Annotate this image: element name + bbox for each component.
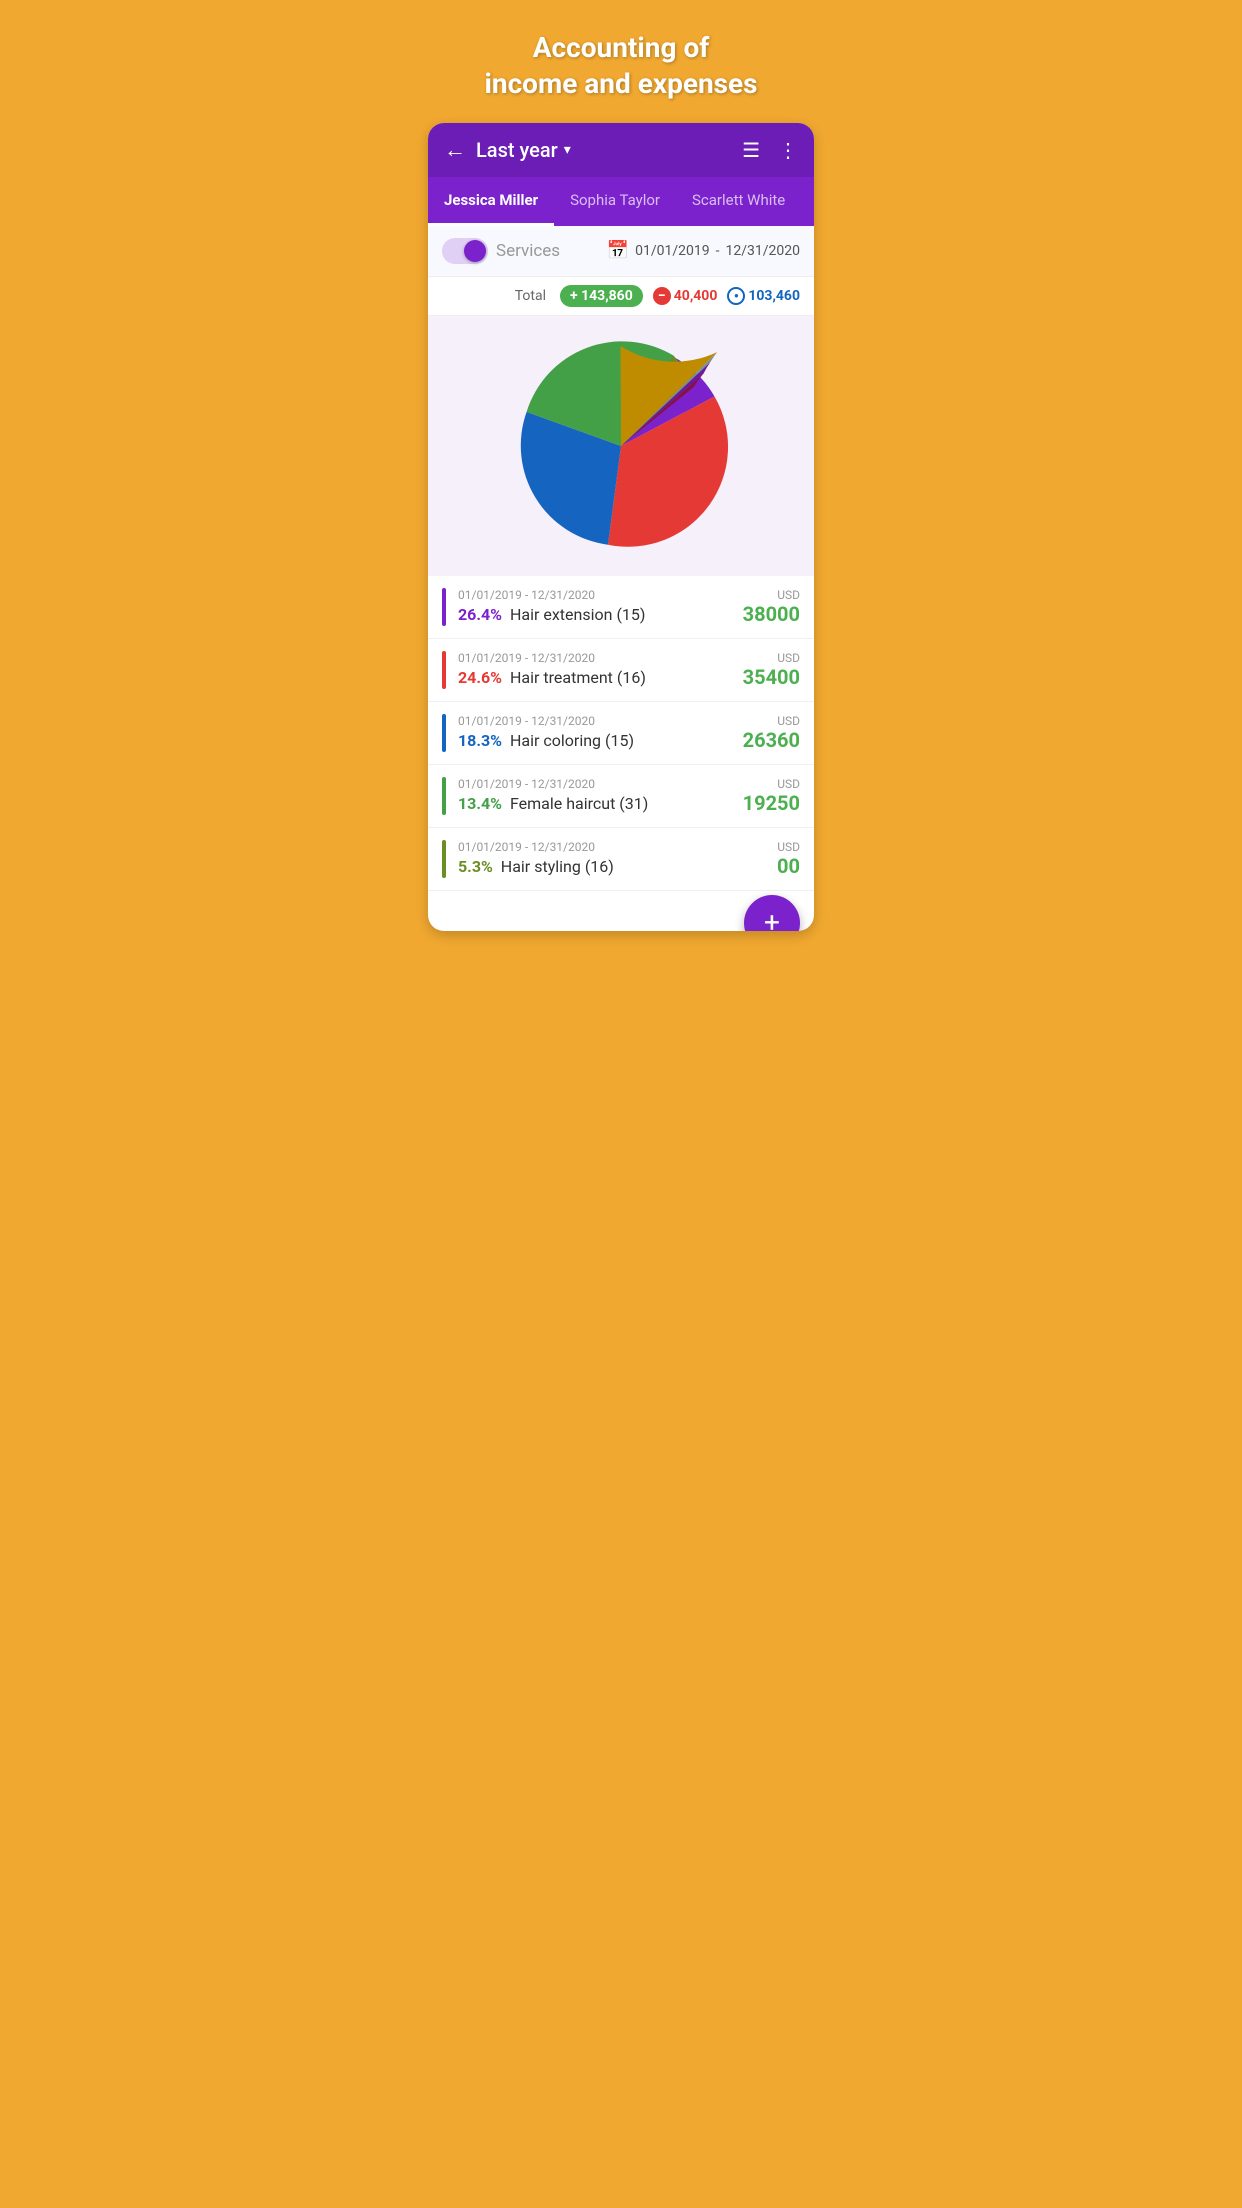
tab-scarlett-white[interactable]: Scarlett White [676,177,801,226]
service-info: 01/01/2019 - 12/31/2020 18.3% Hair color… [458,714,731,752]
service-currency: USD [743,651,800,665]
service-value: 19250 [743,791,800,815]
back-button[interactable]: ← [444,137,466,163]
service-info: 01/01/2019 - 12/31/2020 24.6% Hair treat… [458,651,731,689]
service-name: 26.4% Hair extension (15) [458,605,731,624]
list-item[interactable]: 01/01/2019 - 12/31/2020 26.4% Hair exten… [428,576,814,639]
service-info: 01/01/2019 - 12/31/2020 5.3% Hair stylin… [458,840,765,878]
tab-jessica-miller[interactable]: Jessica Miller [428,177,554,226]
list-item[interactable]: 01/01/2019 - 12/31/2020 5.3% Hair stylin… [428,828,814,891]
total-income: + 143,860 [560,285,643,307]
service-pct: 18.3% [458,731,502,750]
period-selector[interactable]: Last year ▾ [476,138,571,162]
service-name: 24.6% Hair treatment (16) [458,668,731,687]
toolbar: ← Last year ▾ ☰ ⋮ [428,123,814,177]
toolbar-left: ← Last year ▾ [444,137,571,163]
color-bar [442,651,446,689]
tab-label: Scarlett White [692,191,785,209]
date-start: 01/01/2019 [635,243,710,259]
more-options-icon[interactable]: ⋮ [778,138,798,162]
main-card: ← Last year ▾ ☰ ⋮ Jessica Miller Sophia … [428,123,814,931]
service-amount: USD 35400 [743,651,800,689]
total-expense: − 40,400 [653,287,718,305]
toggle-knob [464,240,486,262]
color-bar [442,714,446,752]
totals-bar: Total + 143,860 − 40,400 ● 103,460 [428,277,814,316]
service-date: 01/01/2019 - 12/31/2020 [458,840,765,854]
service-amount: USD 26360 [743,714,800,752]
tabs-bar: Jessica Miller Sophia Taylor Scarlett Wh… [428,177,814,226]
calendar-icon: 📅 [607,240,629,261]
tab-angel[interactable]: Angel... [801,177,814,226]
list-item[interactable]: 01/01/2019 - 12/31/2020 24.6% Hair treat… [428,639,814,702]
service-currency: USD [777,840,800,854]
service-name: 13.4% Female haircut (31) [458,794,731,813]
service-value: 00 [777,854,800,878]
service-value: 26360 [743,728,800,752]
toolbar-right: ☰ ⋮ [742,138,798,162]
pie-chart [511,336,731,556]
menu-icon[interactable]: ☰ [742,138,760,162]
service-amount: USD 19250 [743,777,800,815]
service-date: 01/01/2019 - 12/31/2020 [458,651,731,665]
date-range[interactable]: 📅 01/01/2019 - 12/31/2020 [607,240,800,261]
service-info: 01/01/2019 - 12/31/2020 13.4% Female hai… [458,777,731,815]
toggle-container: Services [442,238,560,264]
service-pct: 13.4% [458,794,502,813]
circle-icon: ● [727,287,745,305]
fab-area: + [428,891,814,931]
service-pct: 26.4% [458,605,502,624]
period-label: Last year [476,138,558,162]
minus-icon: − [653,287,671,305]
service-date: 01/01/2019 - 12/31/2020 [458,777,731,791]
chart-container [428,316,814,576]
service-pct: 24.6% [458,668,502,687]
list-item[interactable]: 01/01/2019 - 12/31/2020 13.4% Female hai… [428,765,814,828]
service-pct: 5.3% [458,857,493,876]
service-currency: USD [743,777,800,791]
color-bar [442,588,446,626]
plus-icon: + [570,288,578,304]
list-item[interactable]: 01/01/2019 - 12/31/2020 18.3% Hair color… [428,702,814,765]
date-end: 12/31/2020 [726,243,801,259]
service-info: 01/01/2019 - 12/31/2020 26.4% Hair exten… [458,588,731,626]
tab-label: Sophia Taylor [570,191,660,209]
service-date: 01/01/2019 - 12/31/2020 [458,588,731,602]
page-title: Accounting of income and expenses [414,0,828,123]
service-date: 01/01/2019 - 12/31/2020 [458,714,731,728]
service-amount: USD 38000 [743,588,800,626]
service-currency: USD [743,588,800,602]
services-toggle[interactable] [442,238,488,264]
date-separator: - [716,243,720,259]
color-bar [442,777,446,815]
filter-bar: Services 📅 01/01/2019 - 12/31/2020 [428,226,814,277]
total-balance: ● 103,460 [727,287,800,305]
service-name: 18.3% Hair coloring (15) [458,731,731,750]
service-amount: USD 00 [777,840,800,878]
tab-label: Jessica Miller [444,191,538,209]
add-button[interactable]: + [744,895,800,931]
service-value: 38000 [743,602,800,626]
color-bar [442,840,446,878]
service-value: 35400 [743,665,800,689]
service-name: 5.3% Hair styling (16) [458,857,765,876]
services-list: 01/01/2019 - 12/31/2020 26.4% Hair exten… [428,576,814,891]
page-header: Accounting of income and expenses [414,0,828,123]
tab-sophia-taylor[interactable]: Sophia Taylor [554,177,676,226]
total-label: Total [515,288,546,304]
services-label: Services [496,241,560,261]
chevron-down-icon: ▾ [564,142,571,158]
service-currency: USD [743,714,800,728]
